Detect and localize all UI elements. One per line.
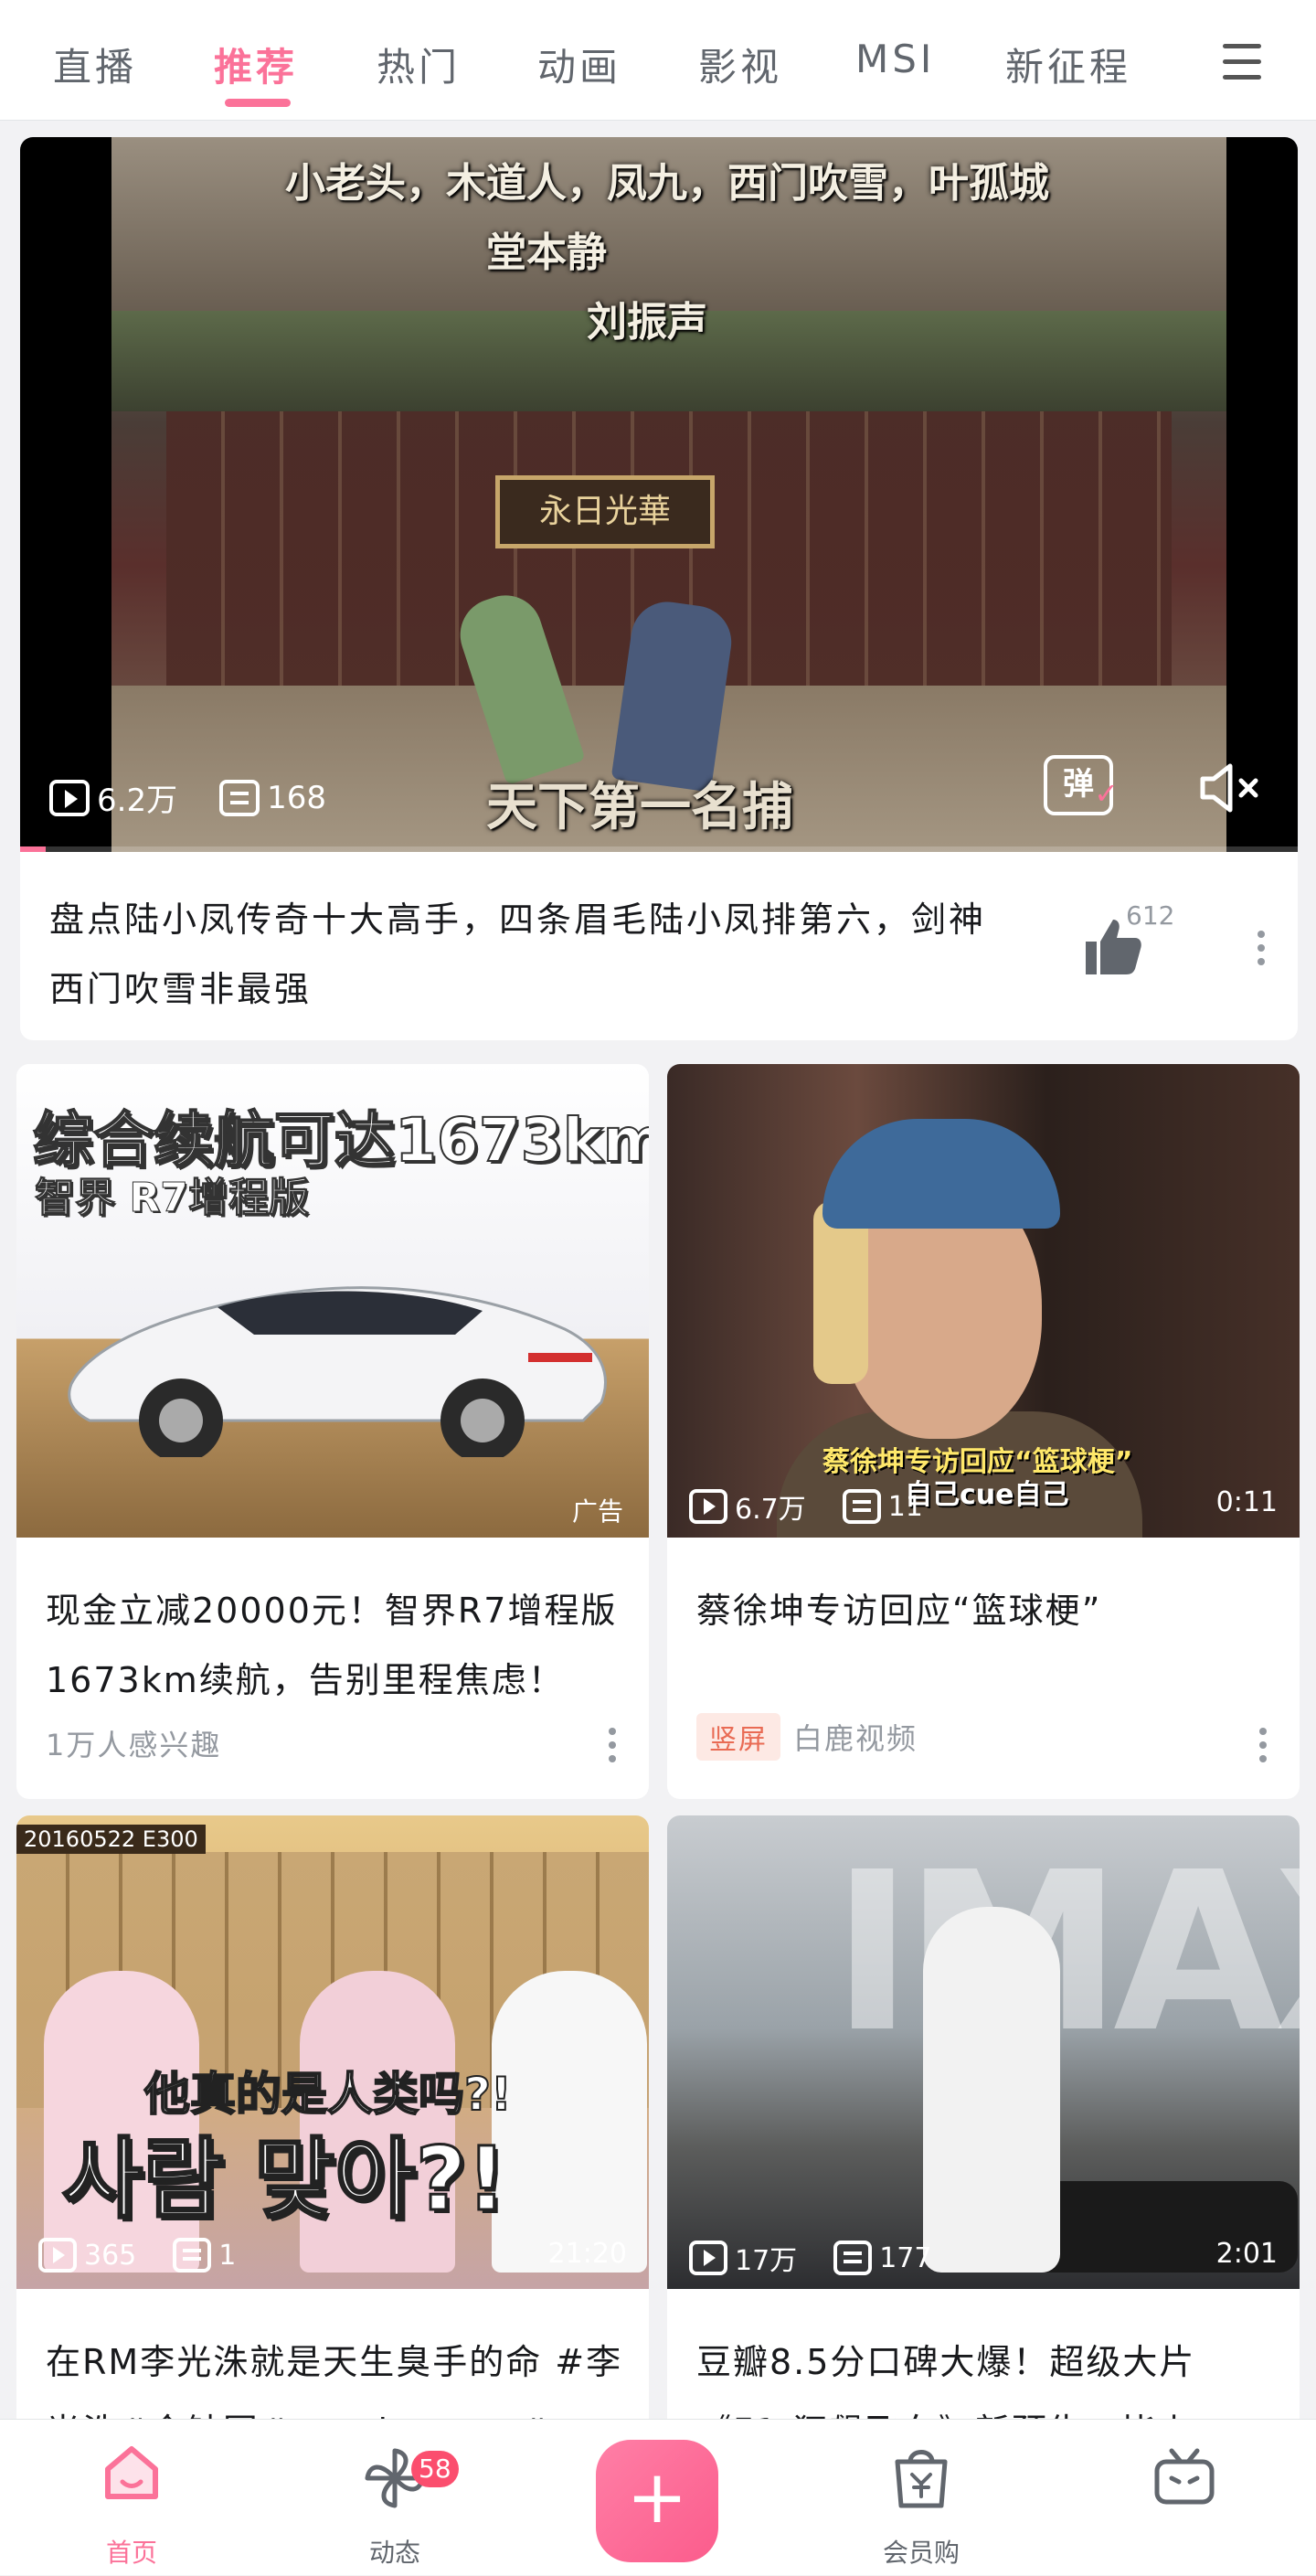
video-card[interactable]: 蔡徐坤专访回应“篮球梗” 自己cue自己 6.7万 11 0:11 蔡徐坤专访回… [667,1064,1300,1799]
active-tab-indicator [225,99,291,107]
tv-icon [1154,2448,1215,2505]
video-player[interactable]: 永日光華 小老头，木道人，凤九，西门吹雪，叶孤城 堂本静 刘振声 天下第一名捕 … [20,137,1298,852]
nav-home-label: 首页 [105,2538,157,2568]
nav-dynamic[interactable]: 动态 [303,2420,486,2576]
video-stats: 17万 177 [689,2238,931,2278]
nav-shop-label: 会员购 [882,2538,960,2568]
menu-icon[interactable] [1223,44,1261,80]
play-count-icon [38,2238,77,2273]
video-thumbnail[interactable]: 蔡徐坤专访回应“篮球梗” 自己cue自己 6.7万 11 0:11 [667,1064,1300,1538]
top-tab-bar: 直播 推荐 热门 动画 影视 MSI 新征程 [0,0,1316,121]
video-stats: 6.2万 168 [49,775,326,820]
play-count-icon [689,2241,727,2275]
like-count: 612 [1126,900,1175,931]
video-card[interactable]: 20160522 E300 他真的是人类吗?! 사람 맞아?! 365 1 21… [16,1815,649,2437]
progress-bar[interactable] [20,846,1298,852]
check-icon: ✓ [1094,776,1119,811]
nav-profile[interactable] [1093,2420,1276,2576]
mute-icon[interactable] [1199,761,1263,815]
card-title[interactable]: 蔡徐坤专访回应“篮球梗” [696,1576,1281,1645]
video-duration: 0:11 [1215,1486,1278,1518]
ad-thumbnail[interactable]: 综合续航可达1673km 智界 R7增程版 广告 [16,1064,649,1538]
view-count: 17万 [735,2245,798,2277]
danmaku-count: 177 [879,2241,932,2274]
featured-video-card[interactable]: 永日光華 小老头，木道人，凤九，西门吹雪，叶孤城 堂本静 刘振声 天下第一名捕 … [20,137,1298,1040]
danmaku-count-icon [219,779,260,816]
tab-anime[interactable]: 动画 [537,37,621,92]
tab-new-journey[interactable]: 新征程 [1005,37,1131,92]
more-options-icon[interactable] [1258,931,1267,972]
video-duration: 2:01 [1215,2238,1278,2270]
video-thumbnail[interactable]: 20160522 E300 他真的是人类吗?! 사람 맞아?! 365 1 21… [16,1815,649,2289]
nav-dynamic-label: 动态 [368,2538,420,2568]
tab-msi[interactable]: MSI [855,37,935,81]
uploader-name[interactable]: 白鹿视频 [793,1721,918,1756]
tab-hot[interactable]: 热门 [377,37,461,92]
video-thumbnail[interactable]: IMAX 17万 177 2:01 [667,1815,1300,2289]
more-options-icon[interactable] [609,1728,618,1769]
video-card[interactable]: IMAX 17万 177 2:01 豆瓣8.5分口碑大爆！超级大片《F1:狂飙飞… [667,1815,1300,2437]
view-count: 6.2万 [97,782,178,819]
ad-label: 广告 [571,1496,623,1527]
video-stats: 365 1 [38,2238,236,2273]
publish-plus-button[interactable]: + [596,2440,718,2562]
video-subtitle-line2: 堂本静 [486,229,607,276]
thumb-imax-text: IMAX [832,1825,1300,2081]
danmaku-count: 11 [887,1490,923,1523]
card-title[interactable]: 现金立减20000元！智界R7增程版1673km续航，告别里程焦虑！ [46,1576,631,1715]
video-subtitle-line1: 小老头，木道人，凤九，西门吹雪，叶孤城 [285,160,1049,207]
home-icon [105,2446,158,2499]
ad-subheadline: 智界 R7增程版 [35,1175,310,1222]
video-caption: 天下第一名捕 [486,778,793,837]
video-duration: 21:20 [547,2238,627,2270]
more-options-icon[interactable] [1259,1728,1268,1769]
tab-recommend[interactable]: 推荐 [214,37,298,92]
thumb-caption-2: 自己cue自己 [905,1479,1069,1511]
card-meta: 竖屏 白鹿视频 [696,1713,918,1761]
tab-live[interactable]: 直播 [53,37,137,92]
play-count-icon [49,779,90,816]
tab-movies[interactable]: 影视 [698,37,782,92]
play-count-icon [689,1489,727,1524]
nav-home[interactable]: 首页 [40,2420,223,2576]
notification-badge: 58 [411,2451,459,2487]
video-subtitle-line3: 刘振声 [587,299,707,346]
thumb-date: 20160522 E300 [16,1825,206,1854]
view-count: 365 [84,2239,137,2272]
ad-card[interactable]: 综合续航可达1673km 智界 R7增程版 广告 现金立减20000元！智界R7… [16,1064,649,1799]
danmaku-count-icon [842,1489,881,1524]
interest-count: 1万人感兴趣 [46,1728,222,1762]
vertical-video-badge: 竖屏 [696,1713,780,1761]
nav-shop[interactable]: 会员购 [830,2420,1013,2576]
view-count: 6.7万 [735,1494,806,1526]
progress-fill [20,846,46,852]
video-stats: 6.7万 11 [689,1486,923,1527]
danmaku-count-icon [173,2238,212,2273]
danmaku-count: 168 [267,779,326,816]
temple-plaque: 永日光華 [495,475,715,548]
video-title[interactable]: 盘点陆小凤传奇十大高手，四条眉毛陆小凤排第六，剑神西门吹雪非最强 [49,885,1018,1024]
thumb-korean-caption: 사람 맞아?! [60,2127,507,2232]
danmaku-count-icon [833,2241,873,2275]
shopping-bag-icon [895,2450,948,2508]
bottom-nav-bar: 首页 动态 58 + 会员购 [0,2419,1316,2575]
car-image [68,1286,607,1457]
video-frame: 永日光華 [111,137,1226,852]
danmaku-count: 1 [218,2239,237,2272]
danmaku-toggle-button[interactable]: 弹 ✓ [1044,755,1119,815]
